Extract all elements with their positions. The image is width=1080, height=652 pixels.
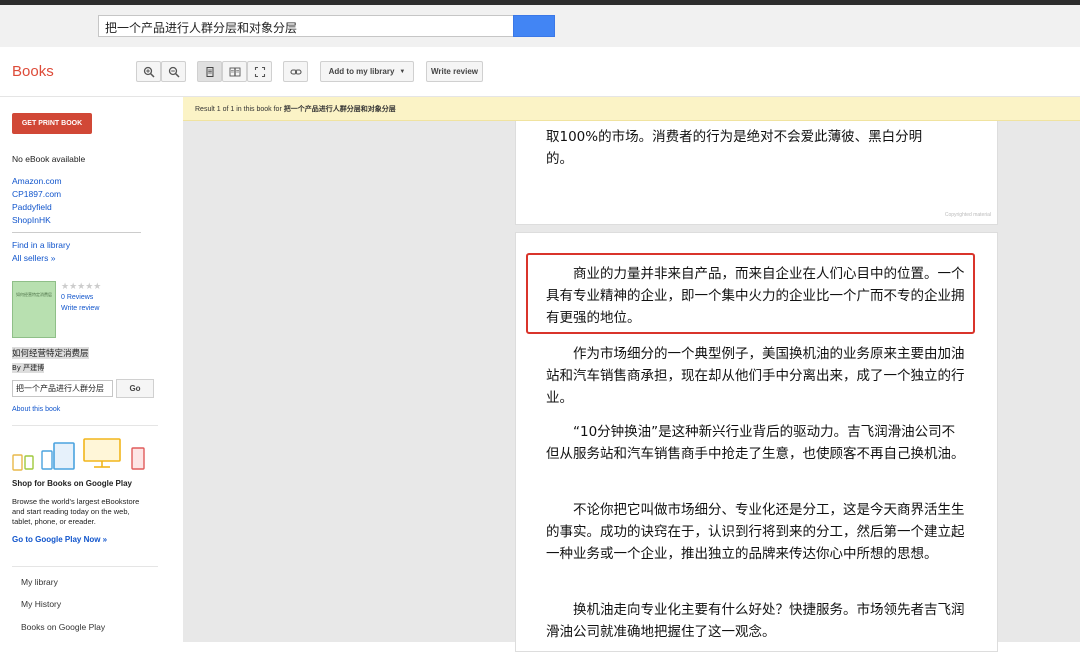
reviews-count-link[interactable]: 0 Reviews — [61, 294, 93, 301]
book-page-1: 取100%的市场。消费者的行为是绝对不会爱此薄彼、黑白分明 的。 Copyrig… — [515, 121, 998, 225]
sidebar: GET PRINT BOOK No eBook available Amazon… — [0, 97, 183, 642]
search-in-book-input[interactable]: 把一个产品进行人群分层 — [12, 380, 113, 397]
paragraph-5: 换机油走向专业化主要有什么好处？快捷服务。市场领先者吉飞润滑油公司就准确地把握住… — [546, 602, 965, 640]
book-title: 如何经营特定消费层 — [12, 347, 89, 359]
promo-text-line-3: tablet, phone, or ereader. — [12, 517, 96, 526]
zoom-in-button[interactable] — [136, 61, 161, 82]
two-page-icon — [229, 67, 240, 76]
page1-line-1: 取100%的市场。消费者的行为是绝对不会爱此薄彼、黑白分明 — [546, 129, 923, 145]
nav-my-history[interactable]: My History — [21, 599, 61, 609]
fullscreen-button[interactable] — [247, 61, 272, 82]
book-page-2: 商业的力量并非来自产品，而来自企业在人们心目中的位置。一个具有专业精神的企业，即… — [515, 232, 998, 652]
fullscreen-icon — [254, 66, 265, 77]
book-author: By 严建博 — [12, 363, 45, 373]
paragraph-2: 作为市场细分的一个典型例子，美国换机油的业务原来主要由加油站和汽车销售商承担，现… — [546, 346, 965, 406]
promo-title: Shop for Books on Google Play — [12, 479, 133, 488]
promo-text-line-1: Browse the world's largest eBookstore — [12, 497, 140, 506]
seller-link-cp1897[interactable]: CP1897.com — [12, 189, 61, 199]
single-page-icon — [206, 66, 213, 77]
books-logo[interactable]: Books — [12, 63, 54, 80]
cover-title: 如何经营特定消费层 — [16, 292, 52, 297]
paragraph-1: 商业的力量并非来自产品，而来自企业在人们心目中的位置。一个具有专业精神的企业，即… — [546, 266, 965, 326]
cut-off-line — [546, 117, 966, 121]
link-icon — [289, 68, 302, 75]
get-print-book-button[interactable]: GET PRINT BOOK — [12, 113, 92, 134]
write-review-link[interactable]: Write review — [61, 305, 99, 312]
devices-illustration-icon — [12, 438, 145, 471]
go-to-google-play-link[interactable]: Go to Google Play Now » — [12, 535, 107, 544]
result-query: 把一个产品进行人群分层和对象分层 — [283, 105, 396, 113]
paragraph-3: “10分钟换油”是这种新兴行业背后的驱动力。吉飞润滑油公司不但从服务站和汽车销售… — [546, 424, 965, 462]
copyright-notice: Copyrighted material — [944, 212, 991, 218]
book-cover[interactable]: 如何经营特定消费层 — [12, 281, 56, 338]
add-to-library-label: Add to my library — [328, 67, 395, 76]
search-bar: 把一个产品进行人群分层和对象分层 — [0, 5, 1080, 47]
nav-my-library[interactable]: My library — [21, 577, 58, 587]
book-viewer: Result 1 of 1 in this book for 把一个产品进行人群… — [183, 97, 1080, 652]
search-button[interactable] — [513, 15, 555, 37]
promo-text-line-2: and start reading today on the web, — [12, 507, 130, 516]
seller-link-amazon[interactable]: Amazon.com — [12, 176, 62, 186]
two-page-view-button[interactable] — [222, 61, 247, 82]
single-page-view-button[interactable] — [197, 61, 222, 82]
write-review-button[interactable]: Write review — [426, 61, 483, 82]
search-input[interactable]: 把一个产品进行人群分层和对象分层 — [98, 15, 514, 37]
no-ebook-text: No eBook available — [12, 154, 86, 164]
go-button[interactable]: Go — [116, 379, 154, 398]
all-sellers-link[interactable]: All sellers » — [12, 253, 55, 263]
zoom-out-icon — [168, 66, 180, 78]
zoom-out-button[interactable] — [161, 61, 186, 82]
chevron-down-icon: ▼ — [399, 68, 406, 75]
divider — [12, 232, 141, 233]
paragraph-4: 不论你把它叫做市场细分、专业化还是分工，这是今天商界活生生的事实。成功的诀窍在于… — [546, 502, 965, 562]
result-prefix: Result 1 of 1 in this book for — [195, 106, 284, 113]
rating-stars: ★★★★★ — [61, 281, 102, 291]
add-to-library-button[interactable]: Add to my library ▼ — [320, 61, 414, 82]
zoom-in-icon — [143, 66, 155, 78]
toolbar: Books Add to my library ▼ Write review — [0, 47, 1080, 97]
nav-books-on-google-play[interactable]: Books on Google Play — [21, 622, 105, 632]
seller-link-shopinhk[interactable]: ShopInHK — [12, 215, 51, 225]
about-book-link[interactable]: About this book — [12, 406, 60, 413]
page1-line-2: 的。 — [546, 151, 573, 167]
seller-link-paddyfield[interactable]: Paddyfield — [12, 202, 52, 212]
divider — [12, 425, 158, 426]
link-button[interactable] — [283, 61, 308, 82]
divider — [12, 566, 158, 567]
find-in-library-link[interactable]: Find in a library — [12, 240, 70, 250]
